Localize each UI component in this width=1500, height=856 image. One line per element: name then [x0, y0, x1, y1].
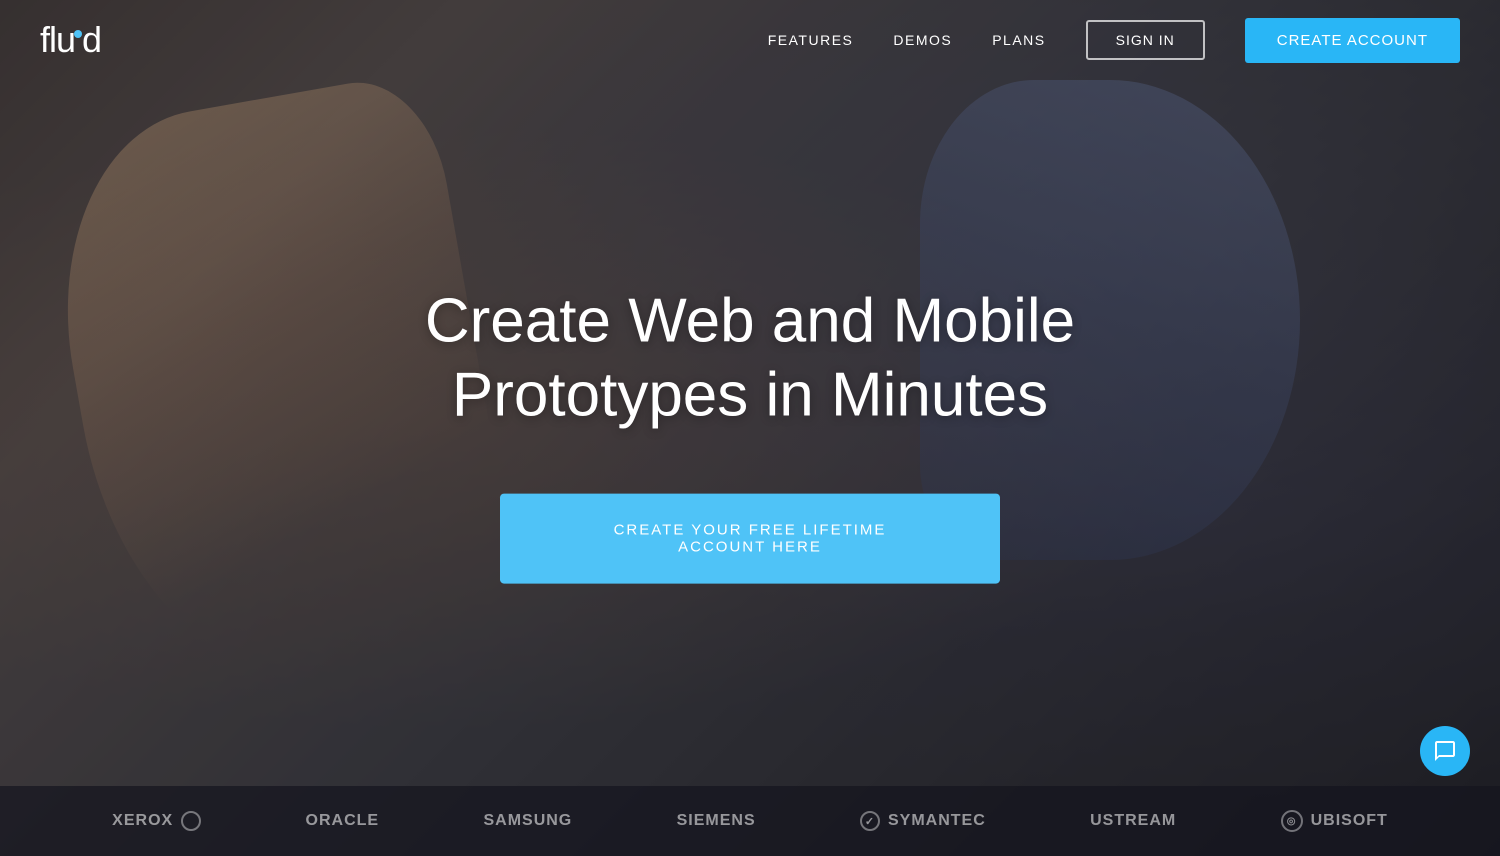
logo-dot [74, 30, 82, 38]
cta-button[interactable]: CREATE YOUR FREE LIFETIME ACCOUNT HERE [500, 493, 1000, 583]
nav-plans[interactable]: PLANS [992, 32, 1045, 48]
brand-siemens: SIEMENS [677, 812, 756, 830]
logos-bar: xerox ORACLE SAMSUNG SIEMENS ✓ Symantec … [0, 786, 1500, 856]
brand-oracle: ORACLE [306, 812, 380, 830]
ustream-label: USTREAM [1090, 812, 1176, 830]
oracle-label: ORACLE [306, 812, 380, 830]
nav-features[interactable]: FEATURES [768, 32, 854, 48]
symantec-check-icon: ✓ [860, 811, 880, 831]
logo-text: flud [40, 19, 101, 61]
headline-line2: Prototypes in Minutes [452, 361, 1048, 430]
hero-headline: Create Web and Mobile Prototypes in Minu… [300, 285, 1200, 434]
xerox-circle-icon [181, 811, 201, 831]
nav-demos[interactable]: DEMOS [893, 32, 952, 48]
nav-links: FEATURES DEMOS PLANS SIGN IN CREATE ACCO… [768, 18, 1460, 63]
signin-button[interactable]: SIGN IN [1086, 20, 1205, 60]
brand-samsung: SAMSUNG [483, 812, 572, 830]
brand-ustream: USTREAM [1090, 812, 1176, 830]
brand-xerox: xerox [112, 811, 201, 831]
hero-content: Create Web and Mobile Prototypes in Minu… [300, 285, 1200, 584]
chat-bubble[interactable] [1420, 726, 1470, 776]
logo: flud [40, 19, 101, 61]
ubisoft-ring-icon: ◎ [1281, 810, 1303, 832]
symantec-label: Symantec [888, 812, 986, 830]
siemens-label: SIEMENS [677, 812, 756, 830]
chat-icon [1433, 739, 1457, 763]
navbar: flud FEATURES DEMOS PLANS SIGN IN CREATE… [0, 0, 1500, 80]
create-account-button[interactable]: CREATE ACCOUNT [1245, 18, 1460, 63]
hero-section: flud FEATURES DEMOS PLANS SIGN IN CREATE… [0, 0, 1500, 856]
ubisoft-label: ubisoft [1311, 812, 1388, 830]
headline-line1: Create Web and Mobile [425, 287, 1075, 356]
brand-ubisoft: ◎ ubisoft [1281, 810, 1388, 832]
samsung-label: SAMSUNG [483, 812, 572, 830]
xerox-label: xerox [112, 812, 173, 830]
brand-symantec: ✓ Symantec [860, 811, 986, 831]
